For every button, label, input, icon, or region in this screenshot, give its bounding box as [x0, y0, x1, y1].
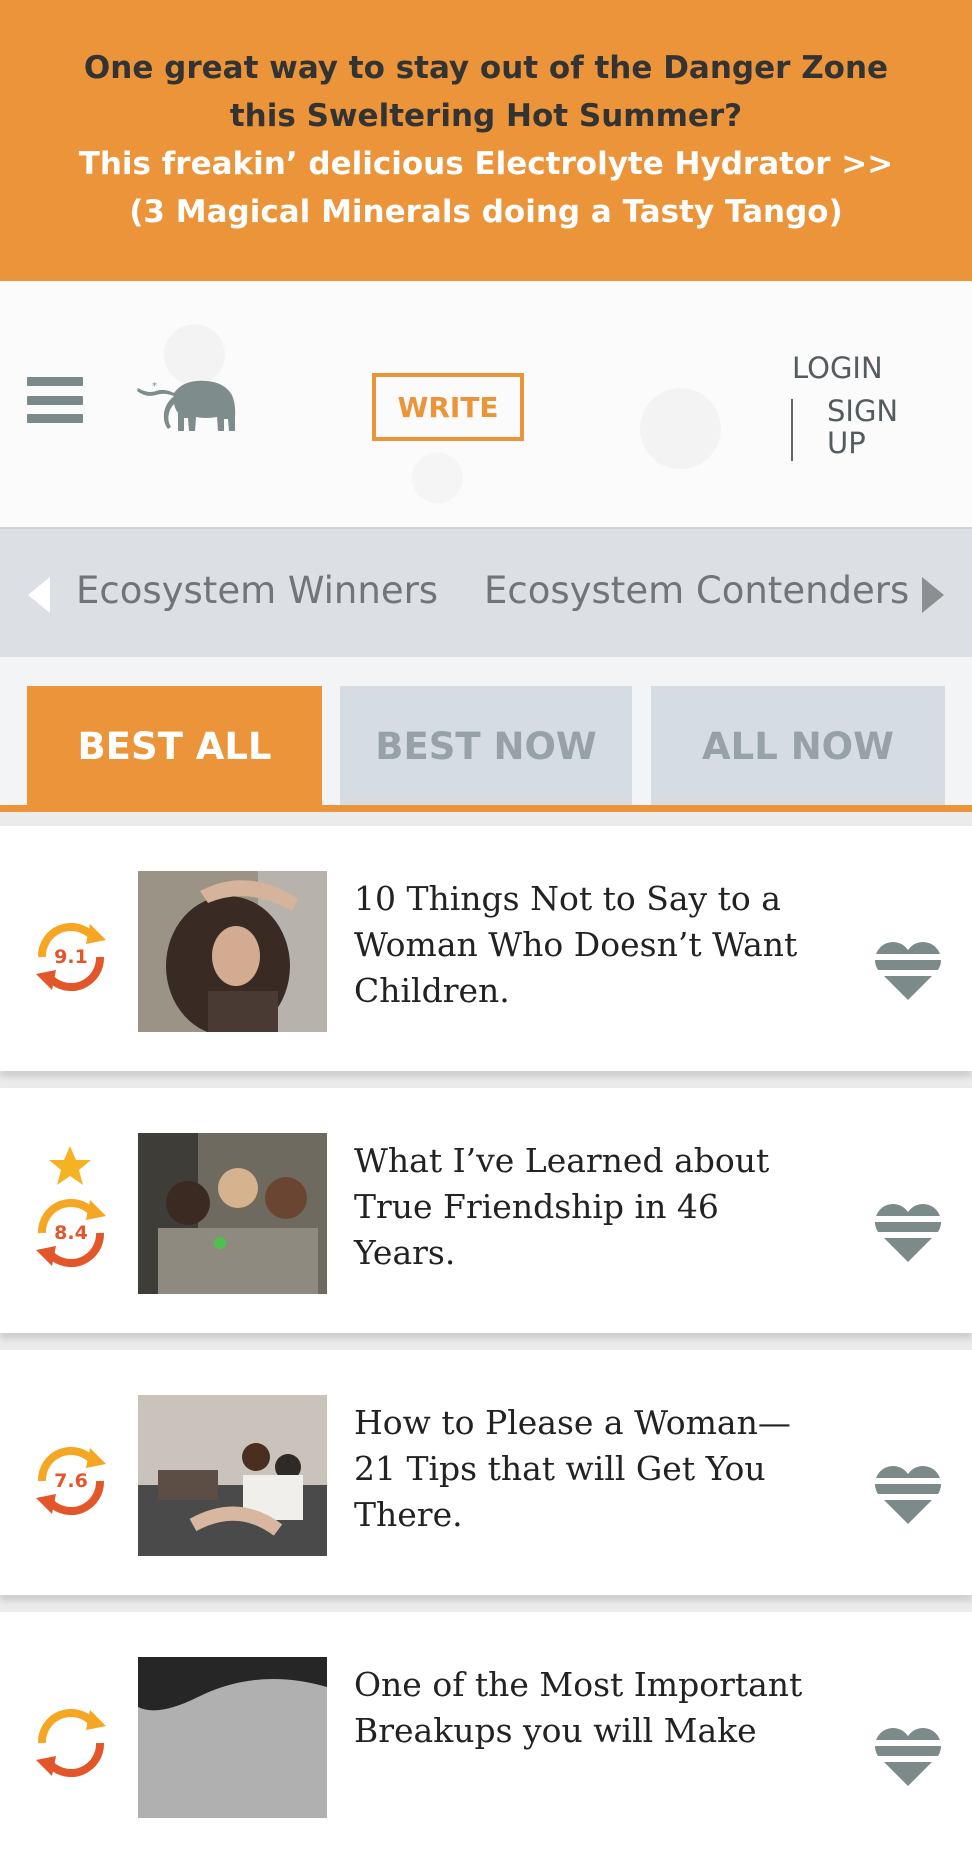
article-card[interactable]: 7.6 How to Please a Woman—21 Tips that w… — [0, 1350, 972, 1595]
arrow-right-icon[interactable] — [922, 577, 944, 613]
category-ecosystem-winners[interactable]: Ecosystem Winners — [76, 569, 438, 612]
svg-text:*: * — [152, 381, 157, 392]
article-card[interactable]: 9.1 10 Things Not to Say to a Woman Who … — [0, 826, 972, 1071]
promo-banner: One great way to stay out of the Danger … — [0, 0, 972, 281]
score-badge: 9.1 — [30, 916, 112, 998]
article-card[interactable]: 8.4 What I’ve Learned about True Friends… — [0, 1088, 972, 1333]
site-header: * WRITE LOGIN SIGN UP — [0, 281, 972, 527]
sort-tabs: BEST ALL BEST NOW ALL NOW — [0, 657, 972, 812]
heart-icon[interactable] — [874, 1726, 942, 1788]
score-value: 8.4 — [54, 1222, 88, 1244]
score-value: 7.6 — [54, 1470, 88, 1492]
arrow-left-icon[interactable] — [28, 577, 50, 613]
heart-icon[interactable] — [874, 940, 942, 1002]
score-value — [30, 1702, 112, 1784]
article-title[interactable]: 10 Things Not to Say to a Woman Who Does… — [354, 876, 824, 1014]
score-badge — [30, 1702, 112, 1784]
tab-all-now[interactable]: ALL NOW — [651, 686, 945, 806]
article-title[interactable]: One of the Most Important Breakups you w… — [354, 1662, 824, 1754]
article-card[interactable]: One of the Most Important Breakups you w… — [0, 1612, 972, 1857]
write-button[interactable]: WRITE — [372, 373, 524, 441]
elephant-logo-icon[interactable]: * — [136, 373, 248, 433]
header-divider — [791, 399, 793, 461]
promo-line-1: One great way to stay out of the Danger … — [83, 50, 889, 86]
category-ecosystem-contenders[interactable]: Ecosystem Contenders — [484, 569, 909, 612]
article-thumbnail[interactable] — [138, 871, 327, 1032]
promo-link[interactable]: This freakin’ delicious Electrolyte Hydr… — [0, 140, 972, 236]
promo-link-line-2[interactable]: (3 Magical Minerals doing a Tasty Tango) — [0, 188, 972, 236]
promo-link-line-1[interactable]: This freakin’ delicious Electrolyte Hydr… — [0, 140, 972, 188]
score-badge: 7.6 — [30, 1440, 112, 1522]
signup-link[interactable]: SIGN UP — [827, 395, 937, 459]
tab-underline — [0, 805, 972, 812]
tab-best-now[interactable]: BEST NOW — [340, 686, 632, 806]
star-icon — [49, 1146, 91, 1185]
article-thumbnail[interactable] — [138, 1657, 327, 1818]
article-thumbnail[interactable] — [138, 1395, 327, 1556]
score-value: 9.1 — [54, 946, 88, 968]
heart-icon[interactable] — [874, 1464, 942, 1526]
category-bar: Ecosystem Winners Ecosystem Contenders — [0, 527, 972, 659]
hamburger-menu-icon[interactable] — [27, 377, 83, 423]
tab-best-all[interactable]: BEST ALL — [27, 686, 322, 806]
heart-icon[interactable] — [874, 1202, 942, 1264]
login-link[interactable]: LOGIN — [792, 351, 883, 385]
article-title[interactable]: What I’ve Learned about True Friendship … — [354, 1138, 824, 1276]
promo-line-2: this Sweltering Hot Summer? — [229, 98, 743, 134]
score-badge: 8.4 — [30, 1192, 112, 1274]
article-title[interactable]: How to Please a Woman—21 Tips that will … — [354, 1400, 824, 1538]
article-thumbnail[interactable] — [138, 1133, 327, 1294]
